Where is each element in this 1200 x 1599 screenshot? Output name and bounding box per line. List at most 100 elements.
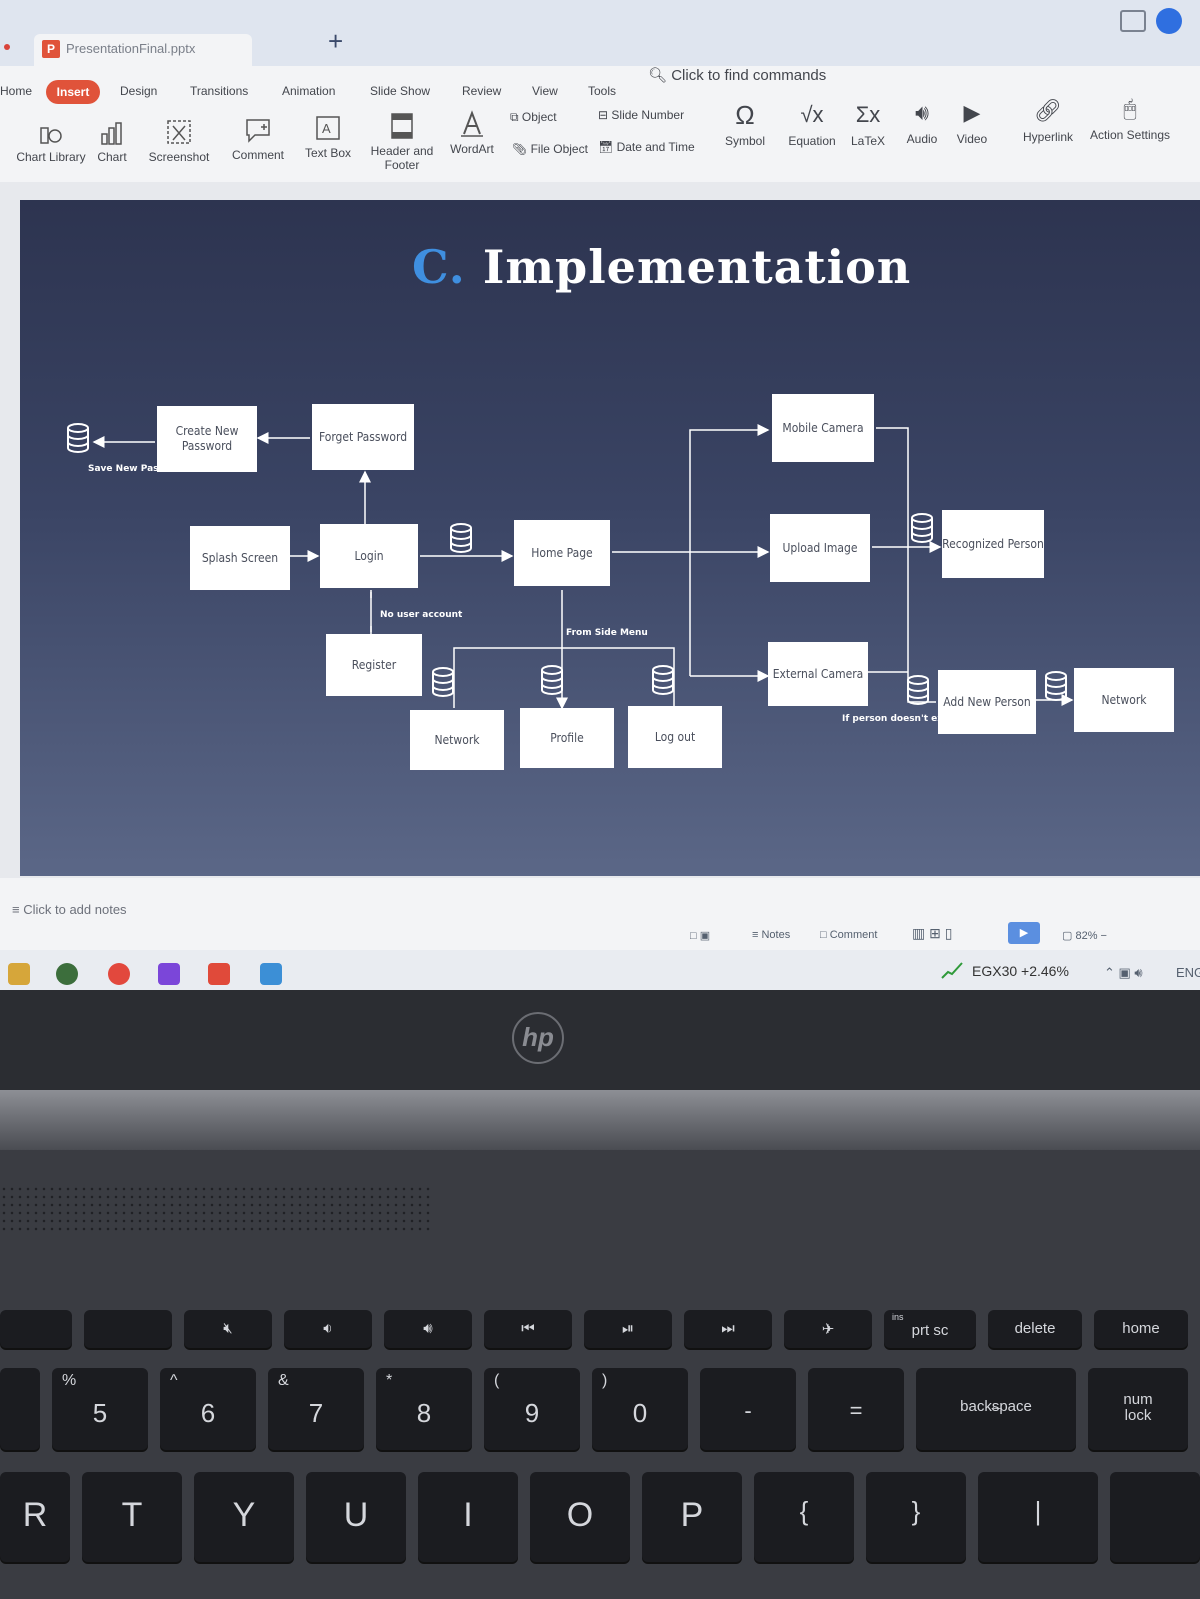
mobile-camera-box[interactable]: Mobile Camera [772, 394, 874, 462]
key-backslash[interactable]: | [978, 1472, 1098, 1562]
database-icon [911, 513, 933, 543]
laptop-bezel [0, 990, 1200, 1090]
add-new-person-box[interactable]: Add New Person [938, 670, 1036, 734]
splash-screen-box[interactable]: Splash Screen [190, 526, 290, 590]
wps-icon[interactable] [208, 963, 230, 985]
notes-toggle[interactable]: ≡ Notes [752, 929, 790, 941]
layout-icon[interactable]: □ ▣ [690, 929, 710, 942]
key-y-label: Y [232, 1496, 256, 1534]
key-p[interactable]: P [642, 1472, 742, 1562]
key-8-label: 8 [416, 1398, 432, 1428]
key-i[interactable]: I [418, 1472, 518, 1562]
create-new-password-box[interactable]: Create New Password [157, 406, 257, 472]
key-o[interactable]: O [530, 1472, 630, 1562]
chrome-icon[interactable] [108, 963, 130, 985]
key-6-label: 6 [200, 1398, 216, 1428]
key-backspace-text: backspace [960, 1398, 1032, 1415]
volume-down-icon: 🔉︎ [323, 1320, 333, 1337]
key-9-shift: ( [494, 1372, 500, 1389]
notes-toggle-icon: ≡ [752, 929, 759, 941]
next-track-icon: ⏭︎ [721, 1320, 735, 1337]
key-left-bracket-label: { [799, 1496, 809, 1526]
key-f-row[interactable] [84, 1310, 172, 1348]
hp-logo: hp [512, 1012, 564, 1064]
photos-icon[interactable] [260, 963, 282, 985]
profile-box[interactable]: Profile [520, 708, 614, 768]
language-indicator[interactable]: ENG [1176, 965, 1200, 980]
register-box[interactable]: Register [326, 634, 422, 696]
key-o-label: O [566, 1496, 594, 1534]
key-delete[interactable]: delete [988, 1310, 1082, 1348]
key-6-shift: ^ [170, 1372, 178, 1389]
key-y[interactable]: Y [194, 1472, 294, 1562]
notes-icon: ≡ [12, 902, 20, 917]
database-icon [1045, 671, 1067, 701]
forget-password-box[interactable]: Forget Password [312, 404, 414, 470]
figma-icon[interactable] [158, 963, 180, 985]
key-5[interactable]: % 5 [52, 1368, 148, 1450]
mute-icon: 🔇︎ [223, 1320, 233, 1337]
app-icon[interactable] [56, 963, 78, 985]
key-8[interactable]: * 8 [376, 1368, 472, 1450]
key-airplane[interactable]: ✈︎ [784, 1310, 872, 1348]
airplane-icon: ✈︎ [821, 1321, 835, 1338]
speaker-grille [0, 1185, 430, 1233]
key-ins-label: ins [892, 1312, 904, 1322]
key-left-bracket[interactable]: { [754, 1472, 854, 1562]
key-p-label: P [680, 1496, 704, 1534]
key-volume-down[interactable]: 🔉︎ [284, 1310, 372, 1348]
key-u[interactable]: U [306, 1472, 406, 1562]
external-camera-box[interactable]: External Camera [768, 642, 868, 706]
key-0-shift: ) [602, 1372, 608, 1389]
key-backspace[interactable]: ← backspace [916, 1368, 1076, 1450]
key-volume-up[interactable]: 🔊︎ [384, 1310, 472, 1348]
key-num-lock[interactable]: num lock [1088, 1368, 1188, 1450]
key-t[interactable]: T [82, 1472, 182, 1562]
network-box[interactable]: Network [410, 710, 504, 770]
key-numpad-7[interactable] [1110, 1472, 1200, 1562]
key-7-shift: & [278, 1372, 289, 1389]
key-previous[interactable]: ⏮︎ [484, 1310, 572, 1348]
recognized-person-box[interactable]: Recognized Person [942, 510, 1044, 578]
key-minus[interactable]: - [700, 1368, 796, 1450]
login-box[interactable]: Login [320, 524, 418, 588]
key-6[interactable]: ^ 6 [160, 1368, 256, 1450]
key-t-label: T [121, 1496, 143, 1534]
key-f-row[interactable] [0, 1310, 72, 1348]
key-7[interactable]: & 7 [268, 1368, 364, 1450]
file-explorer-icon[interactable] [8, 963, 30, 985]
comment-toggle[interactable]: □ Comment [820, 929, 877, 941]
upload-image-box[interactable]: Upload Image [770, 514, 870, 582]
key-r[interactable]: R [0, 1472, 70, 1562]
key-4[interactable] [0, 1368, 40, 1450]
stock-chart-icon [940, 960, 964, 980]
key-9[interactable]: (9 [484, 1368, 580, 1450]
comment-toggle-icon: □ [820, 929, 827, 941]
database-icon [541, 665, 563, 695]
key-prt-sc[interactable]: ins prt sc [884, 1310, 976, 1348]
notes-placeholder: Click to add notes [23, 902, 127, 917]
key-play-pause[interactable]: ⏯︎ [584, 1310, 672, 1348]
system-tray-icons[interactable]: ⌃ ▣ 🔊︎ [1104, 965, 1143, 981]
key-equals[interactable]: = [808, 1368, 904, 1450]
database-icon [907, 675, 929, 705]
notes-pane[interactable]: ≡ Click to add notes [12, 902, 127, 917]
key-mute[interactable]: 🔇︎ [184, 1310, 272, 1348]
key-5-shift: % [62, 1372, 77, 1389]
key-right-bracket[interactable]: } [866, 1472, 966, 1562]
zoom-value: 82% [1075, 930, 1098, 942]
volume-up-icon: 🔊︎ [423, 1320, 433, 1337]
person-not-exist-label: If person doesn't exist [842, 714, 956, 724]
log-out-box[interactable]: Log out [628, 706, 722, 768]
play-slideshow-button[interactable]: ▶ [1008, 922, 1040, 944]
zoom-control[interactable]: ▢ 82% − [1062, 929, 1107, 942]
network-box-2[interactable]: Network [1074, 668, 1174, 732]
key-minus-label: - [744, 1398, 752, 1423]
key-0[interactable]: ) 0 [592, 1368, 688, 1450]
key-home[interactable]: home [1094, 1310, 1188, 1348]
stock-ticker[interactable]: EGX30 +2.46% [972, 963, 1069, 979]
fit-icon: ▢ [1062, 930, 1073, 942]
home-page-box[interactable]: Home Page [514, 520, 610, 586]
key-next[interactable]: ⏭︎ [684, 1310, 772, 1348]
view-mode-icons[interactable]: ▥ ⊞ ▯ [912, 925, 952, 942]
